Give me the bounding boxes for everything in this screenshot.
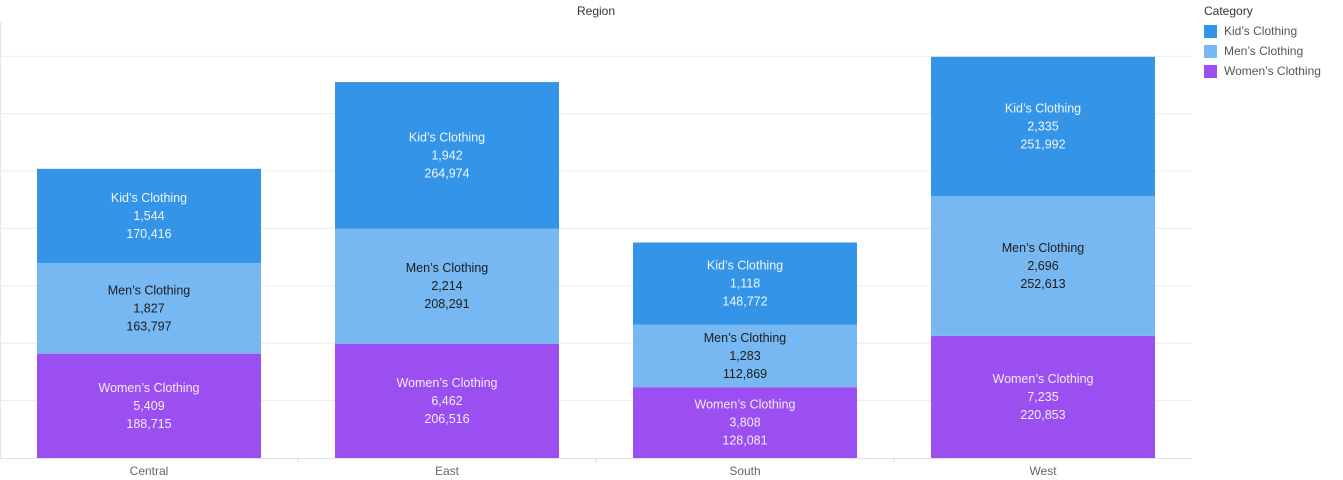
data-label: 1,283 <box>729 349 760 363</box>
legend-items: Kid’s Clothing Men’s Clothing Women’s Clot… <box>1204 21 1321 81</box>
data-label: 251,992 <box>1020 137 1065 151</box>
data-label: 208,291 <box>424 297 469 311</box>
data-label: 148,772 <box>722 295 767 309</box>
data-label: 5,409 <box>133 399 164 413</box>
data-label: Kid’s Clothing <box>409 130 485 144</box>
x-tick-label: West <box>1029 464 1057 478</box>
data-label: 252,613 <box>1020 277 1065 291</box>
data-label: 220,853 <box>1020 408 1065 422</box>
data-label: 7,235 <box>1027 390 1058 404</box>
data-label: 170,416 <box>126 227 171 241</box>
data-label: 1,827 <box>133 301 164 315</box>
stacked-bar-chart: Region Women’s Clothing 5,409 188,715 Men’s… <box>0 4 1192 478</box>
data-label: 1,118 <box>730 277 760 291</box>
legend-item[interactable]: Kid’s Clothing <box>1204 21 1321 41</box>
legend-label: Women’s Clothing <box>1224 64 1321 78</box>
legend-swatch <box>1204 24 1217 38</box>
data-label: 6,462 <box>431 394 462 408</box>
data-label: 163,797 <box>126 319 171 333</box>
data-label: 2,335 <box>1027 119 1058 133</box>
data-label: 1,942 <box>431 148 462 162</box>
data-label: Men’s Clothing <box>704 331 787 345</box>
data-label: Women’s Clothing <box>99 381 200 395</box>
data-label: 206,516 <box>424 412 469 426</box>
chart-title: Region <box>577 4 615 18</box>
data-label: Women’s Clothing <box>397 376 498 390</box>
data-label: Women’s Clothing <box>993 372 1094 386</box>
legend-label: Men’s Clothing <box>1224 44 1304 58</box>
data-label: 2,696 <box>1027 259 1058 273</box>
data-label: 1,544 <box>133 209 164 223</box>
x-tick-label: East <box>435 464 460 478</box>
data-label: 112,869 <box>723 367 767 381</box>
data-label: Kid’s Clothing <box>707 259 783 273</box>
data-label: 3,808 <box>729 416 760 430</box>
data-label: 264,974 <box>424 166 469 180</box>
x-axis-ticks: Central East South West <box>130 464 1058 478</box>
x-tick-label: South <box>729 464 760 478</box>
legend-item[interactable]: Men’s Clothing <box>1204 41 1321 61</box>
legend-item[interactable]: Women’s Clothing <box>1204 61 1321 81</box>
bars-group: Women’s Clothing 5,409 188,715 Men’s Clothi… <box>37 56 1155 458</box>
data-label: 128,081 <box>722 434 767 448</box>
x-tick-label: Central <box>130 464 169 478</box>
legend-label: Kid’s Clothing <box>1224 24 1298 38</box>
data-label: Kid’s Clothing <box>111 191 187 205</box>
legend: Category Kid’s Clothing Men’s Clothing Wom… <box>1204 4 1321 81</box>
legend-swatch <box>1204 64 1217 78</box>
data-label: Kid’s Clothing <box>1005 101 1081 115</box>
data-label: Men’s Clothing <box>1002 241 1085 255</box>
data-label: 2,214 <box>431 279 462 293</box>
data-label: 188,715 <box>126 417 171 431</box>
data-label: Men’s Clothing <box>406 261 489 275</box>
legend-swatch <box>1204 44 1217 58</box>
data-label: Men’s Clothing <box>108 283 191 297</box>
legend-title: Category <box>1204 4 1253 18</box>
data-label: Women’s Clothing <box>695 398 796 412</box>
